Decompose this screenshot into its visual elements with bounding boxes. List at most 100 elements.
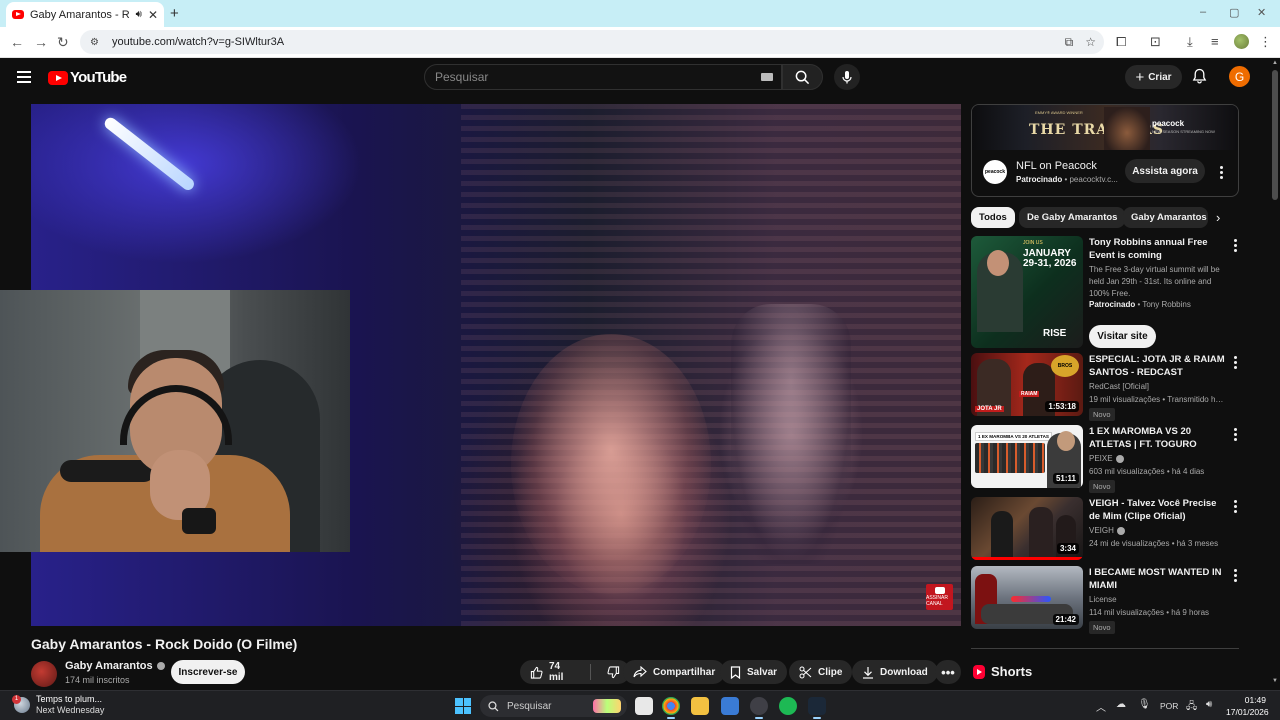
recommendation-item[interactable]: 3:34 VEIGH - Talvez Você Precise de Mim … [971, 497, 1239, 560]
more-options-icon[interactable] [1230, 356, 1240, 369]
ad-banner-image[interactable]: EMMY® AWARD WINNER THE TRAITORS peacock … [972, 105, 1238, 150]
account-avatar[interactable]: G [1229, 66, 1250, 87]
create-button[interactable]: + Criar [1125, 65, 1182, 89]
more-actions-button[interactable]: ••• [935, 660, 961, 684]
save-button[interactable]: Salvar [720, 660, 788, 684]
chip-all[interactable]: Todos [971, 207, 1015, 228]
rec-title[interactable]: I BECAME MOST WANTED IN MIAMI [1089, 566, 1225, 592]
github-desktop-icon[interactable] [750, 697, 768, 719]
share-button[interactable]: Compartilhar [623, 660, 726, 684]
like-button[interactable]: 74 mil [520, 660, 584, 684]
video-thumbnail[interactable]: 21:42 [971, 566, 1083, 629]
recommendation-item[interactable]: 1 EX MAROMBA VS 20 ATLETAS 51:11 1 EX MA… [971, 425, 1240, 493]
show-hidden-icons-chevron-icon[interactable]: ︿ [1096, 699, 1106, 714]
microsoft-store-icon[interactable] [721, 697, 739, 715]
task-view-icon[interactable] [635, 697, 653, 715]
video-thumbnail[interactable]: BROS JOTA JR RAIAM 1:53:18 [971, 353, 1083, 416]
scroll-down-icon[interactable]: ▼ [1272, 678, 1278, 684]
more-options-icon[interactable] [1230, 569, 1240, 582]
ad-more-options-icon[interactable] [1216, 166, 1226, 179]
onedrive-tray-icon[interactable]: ☁︎ [1116, 699, 1126, 710]
video-thumbnail[interactable]: 1 EX MAROMBA VS 20 ATLETAS 51:11 [971, 425, 1083, 488]
reload-icon[interactable]: ↻ [57, 34, 69, 51]
rec-channel[interactable]: License [1089, 595, 1117, 604]
recommendation-item[interactable]: 21:42 I BECAME MOST WANTED IN MIAMI Lice… [971, 566, 1240, 634]
rec-channel-row[interactable]: PEIXE [1089, 454, 1124, 463]
url-text[interactable]: youtube.com/watch?v=g-SIWltur3A [112, 36, 284, 48]
notifications-bell-icon[interactable] [1192, 68, 1207, 89]
search-button[interactable] [782, 64, 823, 90]
speaker-icon[interactable]: 🔊︎ [136, 9, 142, 20]
browser-profile-avatar[interactable] [1234, 34, 1249, 49]
bookmark-star-icon[interactable]: ☆ [1085, 35, 1096, 50]
channel-avatar[interactable] [31, 661, 57, 687]
chevron-right-icon[interactable]: › [1216, 210, 1220, 225]
search-input[interactable]: Pesquisar [424, 64, 782, 90]
video-thumbnail[interactable]: 3:34 [971, 497, 1083, 560]
video-thumbnail[interactable]: JOIN US JANUARY 29-31, 2026 RISE [971, 236, 1083, 348]
voice-search-button[interactable] [834, 64, 860, 90]
volume-icon[interactable]: 🔊︎ [1206, 699, 1212, 710]
recommendation-item[interactable]: BROS JOTA JR RAIAM 1:53:18 ESPECIAL: JOT… [971, 353, 1240, 421]
browser-tab-active[interactable]: Gaby Amarantos - Rock Do 🔊︎ ✕ [6, 2, 164, 27]
browser-menu-icon[interactable]: ⋮ [1259, 34, 1272, 50]
menu-icon[interactable] [17, 71, 31, 86]
download-button[interactable]: Download [852, 660, 938, 684]
rec-channel-row[interactable]: VEIGH [1089, 526, 1125, 535]
chrome-taskbar-icon[interactable] [662, 697, 680, 719]
scroll-up-icon[interactable]: ▲ [1272, 60, 1278, 66]
minimize-button[interactable]: – [1200, 6, 1206, 18]
more-options-icon[interactable] [1230, 500, 1240, 513]
more-options-icon[interactable] [1230, 428, 1240, 441]
forward-icon[interactable]: → [34, 34, 48, 50]
download-icon[interactable]: ⤓ [1187, 34, 1193, 50]
extensions-icon[interactable]: ⧠ [1116, 34, 1126, 50]
weather-widget[interactable]: 1 Temps to plum... Next Wednesday [12, 694, 104, 716]
subscribe-watermark[interactable]: ASSINAR CANAL [926, 584, 953, 610]
close-window-button[interactable]: ✕ [1257, 6, 1266, 19]
rec-channel[interactable]: VEIGH [1089, 526, 1114, 535]
file-explorer-icon[interactable] [691, 697, 709, 715]
microphone-tray-icon[interactable]: 🎙︎ [1138, 699, 1151, 710]
chip-gaby-amarantos[interactable]: Gaby Amarantos [1123, 207, 1208, 228]
install-app-icon[interactable]: ⧉ [1065, 35, 1074, 50]
ad-advertiser-logo[interactable]: peacock [983, 160, 1007, 184]
maximize-button[interactable]: ▢ [1229, 6, 1239, 19]
new-tab-button[interactable]: + [170, 5, 179, 22]
close-tab-icon[interactable]: ✕ [148, 8, 158, 22]
recommendation-sponsored[interactable]: JOIN US JANUARY 29-31, 2026 RISE Tony Ro… [971, 236, 1239, 348]
more-options-icon[interactable] [1230, 239, 1240, 252]
sponsored-ad-card[interactable]: EMMY® AWARD WINNER THE TRAITORS peacock … [971, 104, 1239, 197]
channel-name[interactable]: Gaby Amarantos [65, 660, 153, 672]
back-icon[interactable]: ← [10, 34, 24, 50]
rec-title[interactable]: Tony Robbins annual Free Event is coming [1089, 236, 1225, 262]
clip-button[interactable]: Clipe [789, 660, 853, 684]
chip-from-channel[interactable]: De Gaby Amarantos [1019, 207, 1126, 228]
site-info-icon[interactable]: ⚙︎ [90, 37, 102, 48]
scrollbar-thumb[interactable] [1272, 70, 1278, 200]
rec-title[interactable]: ESPECIAL: JOTA JR & RAIAM SANTOS - REDCA… [1089, 353, 1225, 379]
rec-channel[interactable]: PEIXE [1089, 454, 1113, 463]
subscribe-button[interactable]: Inscrever-se [171, 660, 245, 684]
channel-name-row[interactable]: Gaby Amarantos [65, 660, 165, 672]
visit-site-button[interactable]: Visitar site [1089, 325, 1156, 348]
input-language[interactable]: POR [1160, 701, 1178, 711]
tab-search-icon[interactable]: ⊡ [1150, 34, 1161, 50]
media-control-icon[interactable]: ≡ [1211, 34, 1219, 49]
spotify-icon[interactable] [779, 697, 797, 715]
youtube-logo[interactable]: YouTube [48, 69, 127, 86]
rec-channel[interactable]: RedCast [Oficial] [1089, 382, 1149, 391]
system-clock[interactable]: 01:49 17/01/2026 [1226, 694, 1269, 718]
ad-watch-now-button[interactable]: Assista agora [1125, 159, 1205, 183]
steam-icon[interactable] [808, 697, 826, 719]
taskbar-search-box[interactable]: Pesquisar [480, 695, 627, 717]
windows-start-icon[interactable] [455, 698, 471, 714]
ad-title[interactable]: NFL on Peacock [1016, 160, 1097, 172]
address-bar[interactable]: ⚙︎ youtube.com/watch?v=g-SIWltur3A ⧉ ☆ [80, 30, 1104, 54]
keyboard-icon[interactable] [761, 73, 773, 81]
rec-title[interactable]: 1 EX MAROMBA VS 20 ATLETAS | FT. TOGURO [1089, 425, 1225, 451]
network-icon[interactable]: 🖧 [1186, 699, 1197, 716]
page-scrollbar[interactable]: ▲ ▼ [1270, 58, 1280, 690]
rec-title[interactable]: VEIGH - Talvez Você Precise de Mim (Clip… [1089, 497, 1225, 523]
share-label: Compartilhar [653, 666, 716, 678]
